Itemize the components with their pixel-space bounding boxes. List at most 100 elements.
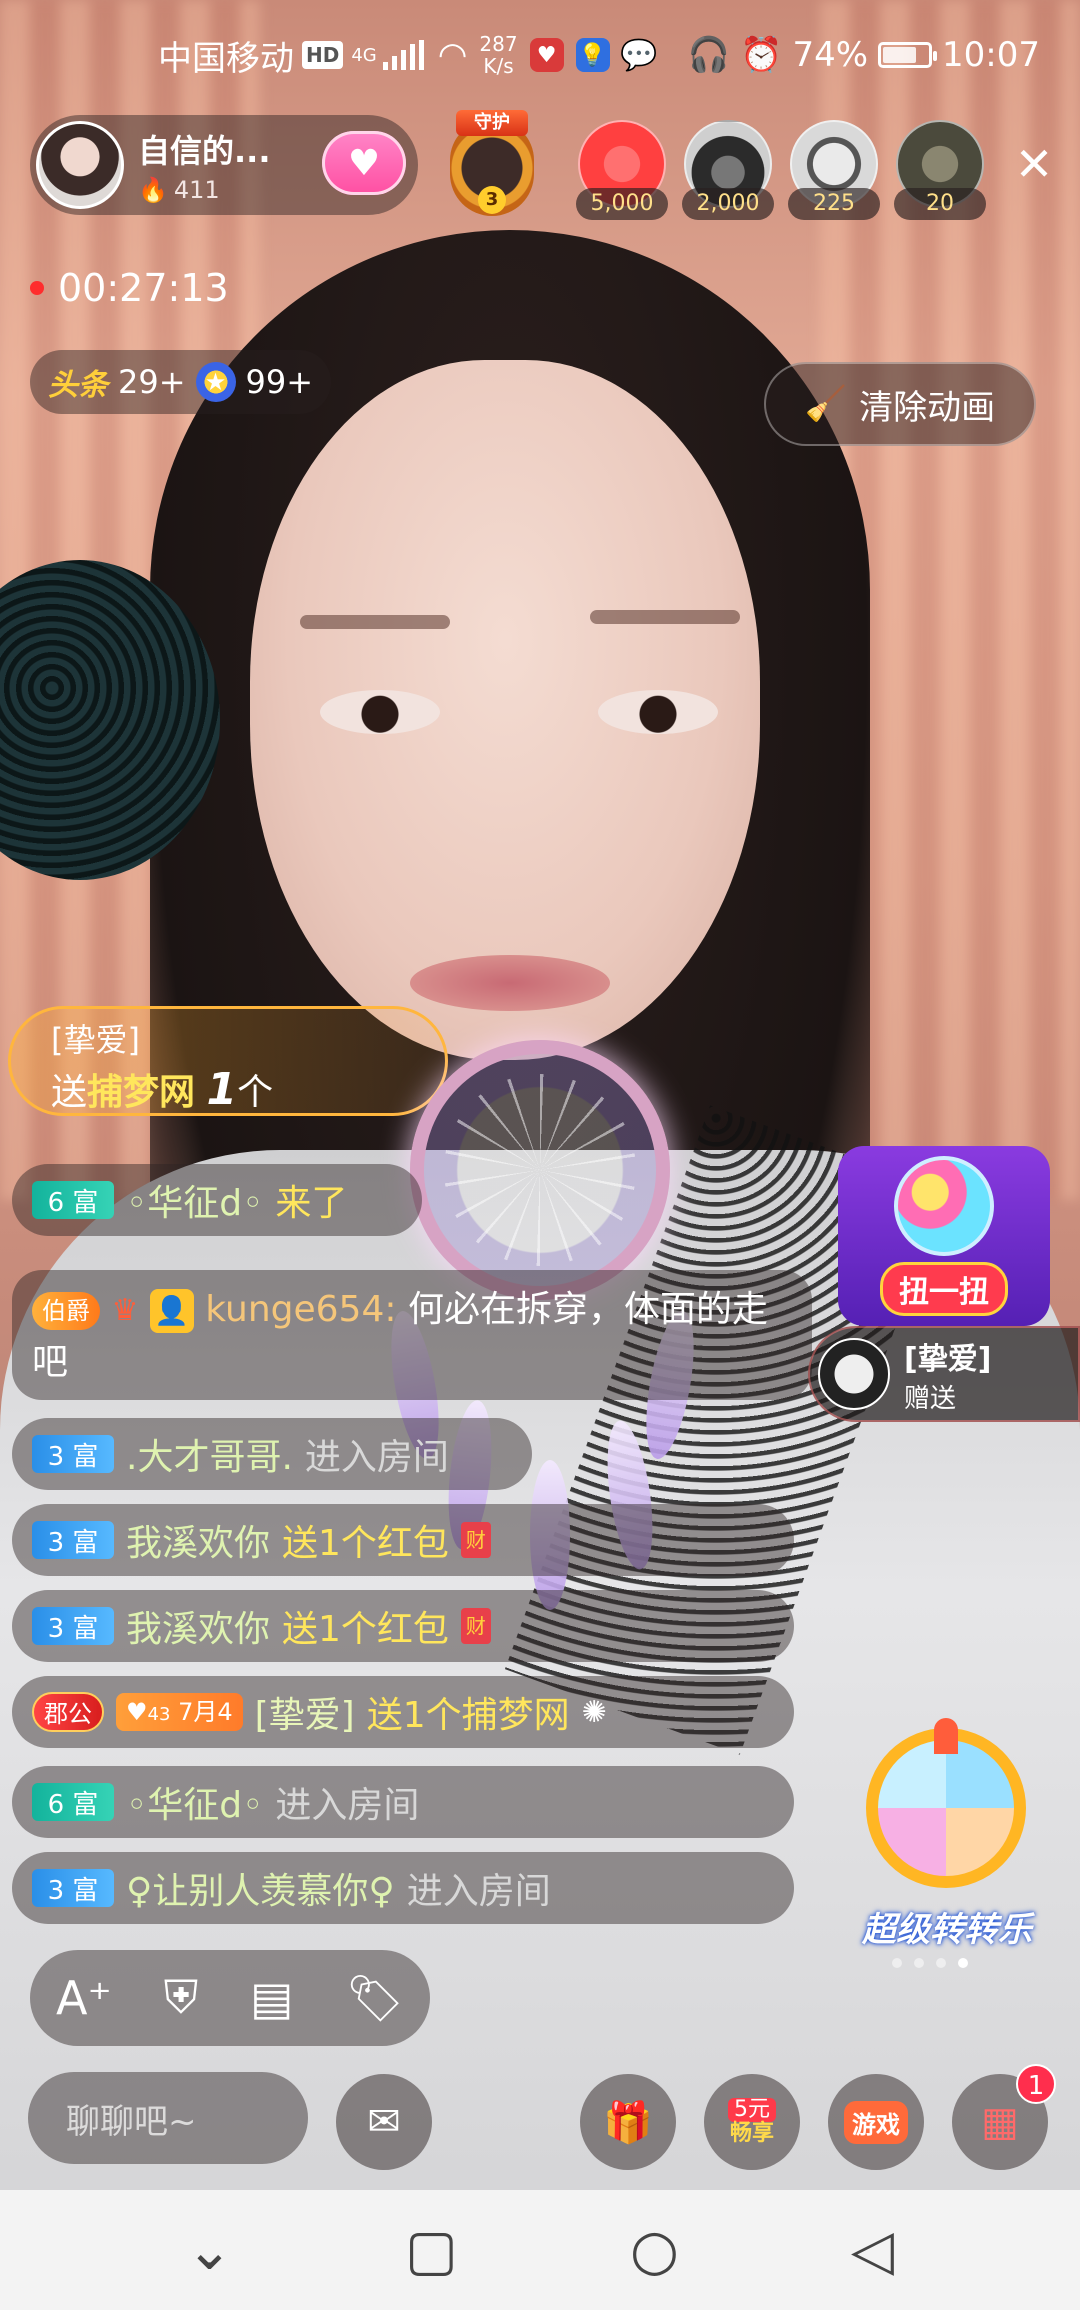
chat-gift: 送1个捕梦网 bbox=[366, 1695, 570, 1736]
chat-message[interactable]: 3 富 .大才哥哥. 进入房间 bbox=[12, 1418, 532, 1490]
gift-toast: [挚爱] 送捕梦网 1个 bbox=[8, 1006, 448, 1116]
gift-button[interactable]: 🎁 bbox=[580, 2074, 676, 2170]
viewer-contribution: 2,000 bbox=[682, 188, 774, 220]
hd-icon: HD bbox=[302, 41, 344, 69]
chat-action: 进入房间 bbox=[275, 1785, 420, 1826]
host-avatar[interactable] bbox=[36, 121, 124, 209]
star-count: 99+ bbox=[245, 363, 314, 401]
host-name: 自信的... bbox=[138, 132, 271, 170]
follow-button[interactable]: ♥ bbox=[322, 131, 406, 195]
top-viewer[interactable]: 20 bbox=[894, 120, 986, 220]
star-icon: ★ bbox=[195, 362, 236, 402]
sender-action: 赠送 bbox=[904, 1383, 957, 1414]
top-viewer[interactable]: 2,000 bbox=[682, 120, 774, 220]
close-icon[interactable]: ✕ bbox=[1010, 140, 1058, 188]
top-viewer[interactable]: 225 bbox=[788, 120, 880, 220]
tag-icon[interactable]: 🏷 bbox=[346, 1971, 404, 2026]
promo-line: 畅享 bbox=[729, 2121, 774, 2146]
clear-animation-button[interactable]: 🧹 清除动画 bbox=[764, 362, 1036, 446]
more-menu-button[interactable]: ▦ 1 bbox=[952, 2064, 1056, 2170]
crown-icon: ♛ bbox=[111, 1293, 139, 1328]
carousel-dots bbox=[892, 1958, 968, 1968]
top-viewer[interactable]: 5,000 bbox=[576, 120, 668, 220]
wealth-level-badge: 6 富 bbox=[32, 1181, 114, 1219]
chat-message[interactable]: 6 富 ◦华征d◦ 来了 bbox=[12, 1164, 422, 1236]
wechat-icon: 💬 bbox=[619, 37, 658, 73]
home-icon[interactable]: ○ bbox=[630, 2218, 679, 2283]
battery-icon bbox=[878, 42, 938, 68]
rank-pill[interactable]: 头条 29+ ★ 99+ bbox=[30, 350, 332, 414]
chat-message[interactable]: 3 富 我溪欢你 送1个红包 财 bbox=[12, 1590, 794, 1662]
status-bar: 中国移动 HD 4G ◠ 287 K/s ♥ 💡 💬 🎧 ⏰ 74% 10:07 bbox=[0, 0, 1080, 110]
chat-text: 何必在拆穿，体面的走吧 bbox=[32, 1289, 768, 1383]
sender-name: [挚爱] bbox=[904, 1341, 992, 1377]
game-label: 游戏 bbox=[844, 2100, 908, 2144]
back-icon[interactable]: ◁ bbox=[851, 2218, 894, 2283]
streamer-brow bbox=[590, 610, 740, 624]
headline-count: 29+ bbox=[118, 363, 186, 401]
streamer-eye bbox=[598, 690, 718, 734]
clock: 10:07 bbox=[942, 35, 1040, 75]
streamer-eye bbox=[320, 690, 440, 734]
message-button[interactable]: ✉ bbox=[336, 2074, 432, 2170]
live-timer: 00:27:13 bbox=[30, 266, 229, 310]
twist-label: 扭一扭 bbox=[880, 1262, 1008, 1316]
chat-message[interactable]: 郡公 ♥43 7月4 [挚爱] 送1个捕梦网 ✺ bbox=[12, 1676, 794, 1748]
chat-username: [挚爱] bbox=[254, 1695, 355, 1736]
gift-description: 送捕梦网 1个 bbox=[51, 1064, 274, 1115]
wealth-level-badge: 3 富 bbox=[32, 1435, 114, 1473]
red-envelope-icon: 财 bbox=[460, 1522, 491, 1558]
noble-badge: 伯爵 bbox=[32, 1292, 100, 1330]
twist-game-widget[interactable]: 扭一扭 bbox=[838, 1146, 1050, 1326]
game-button[interactable]: 游戏 bbox=[828, 2074, 924, 2170]
chat-username: ◦华征d◦ bbox=[126, 1785, 264, 1826]
network-type: 4G bbox=[351, 44, 377, 66]
chat-username: kunge654: bbox=[205, 1289, 397, 1330]
wheel-label[interactable]: 超级转转乐 bbox=[852, 1902, 1042, 1951]
recording-dot-icon bbox=[30, 281, 44, 295]
grid-icon: ▦ bbox=[981, 2099, 1019, 2145]
sender-avatar bbox=[818, 1338, 890, 1410]
viewer-contribution: 225 bbox=[788, 188, 880, 220]
envelope-icon: ✉ bbox=[367, 2099, 401, 2145]
gacha-globe-icon bbox=[894, 1156, 994, 1256]
chat-action: 来了 bbox=[275, 1183, 348, 1224]
chat-message[interactable]: 6 富 ◦华征d◦ 进入房间 bbox=[12, 1766, 794, 1838]
wifi-icon: ◠ bbox=[437, 35, 468, 75]
notification-badge: 1 bbox=[1016, 2064, 1056, 2104]
broom-icon: 🧹 bbox=[804, 384, 848, 424]
headphone-icon: 🎧 bbox=[687, 35, 731, 75]
record-icon[interactable]: ▤ bbox=[250, 1971, 293, 2025]
dream-catcher-animation bbox=[410, 1040, 670, 1300]
chat-message[interactable]: 3 富 我溪欢你 送1个红包 财 bbox=[12, 1504, 794, 1576]
carrier-name: 中国移动 bbox=[158, 38, 294, 79]
recent-apps-icon[interactable]: ▢ bbox=[405, 2218, 458, 2283]
chat-input[interactable]: 聊聊吧~ bbox=[28, 2072, 308, 2164]
chat-message[interactable]: 3 富 ♀让别人羡慕你♀ 进入房间 bbox=[12, 1852, 794, 1924]
chat-username: ◦华征d◦ bbox=[126, 1183, 264, 1224]
guard-icon[interactable]: ⛨ bbox=[164, 1970, 199, 2026]
host-profile[interactable]: 自信的... 🔥 411 ♥ bbox=[30, 115, 418, 215]
network-speed: 287 K/s bbox=[479, 32, 518, 78]
viewer-contribution: 20 bbox=[894, 188, 986, 220]
noble-badge: 郡公 bbox=[32, 1692, 104, 1732]
chat-username: .大才哥哥. bbox=[126, 1437, 293, 1478]
promo-button[interactable]: 5元 畅享 bbox=[704, 2074, 800, 2170]
chat-message[interactable]: 伯爵 ♛ 👤 kunge654: 何必在拆穿，体面的走吧 bbox=[12, 1270, 812, 1400]
chevron-down-icon[interactable]: ⌄ bbox=[186, 2218, 233, 2283]
lucky-wheel-widget[interactable] bbox=[856, 1718, 1036, 1898]
system-navigation-bar: ⌄ ▢ ○ ◁ bbox=[0, 2190, 1080, 2310]
tool-bar: A⁺ ⛨ ▤ 🏷 bbox=[30, 1950, 430, 2046]
guard-badge[interactable]: 守护 3 bbox=[440, 110, 544, 220]
gift-sender-banner[interactable]: [挚爱] 赠送 bbox=[808, 1326, 1080, 1422]
chat-username: 我溪欢你 bbox=[126, 1609, 271, 1650]
font-size-icon[interactable]: A⁺ bbox=[56, 1971, 112, 2025]
chat-username: 我溪欢你 bbox=[126, 1523, 271, 1564]
promo-line: 5元 bbox=[728, 2098, 776, 2122]
chat-gift: 送1个红包 bbox=[282, 1523, 449, 1564]
battery-percent: 74% bbox=[792, 35, 869, 75]
viewer-contribution: 5,000 bbox=[576, 188, 668, 220]
flame-icon: 🔥 bbox=[138, 176, 168, 204]
headline-label: 头条 bbox=[48, 368, 108, 403]
wealth-level-badge: 3 富 bbox=[32, 1607, 114, 1645]
